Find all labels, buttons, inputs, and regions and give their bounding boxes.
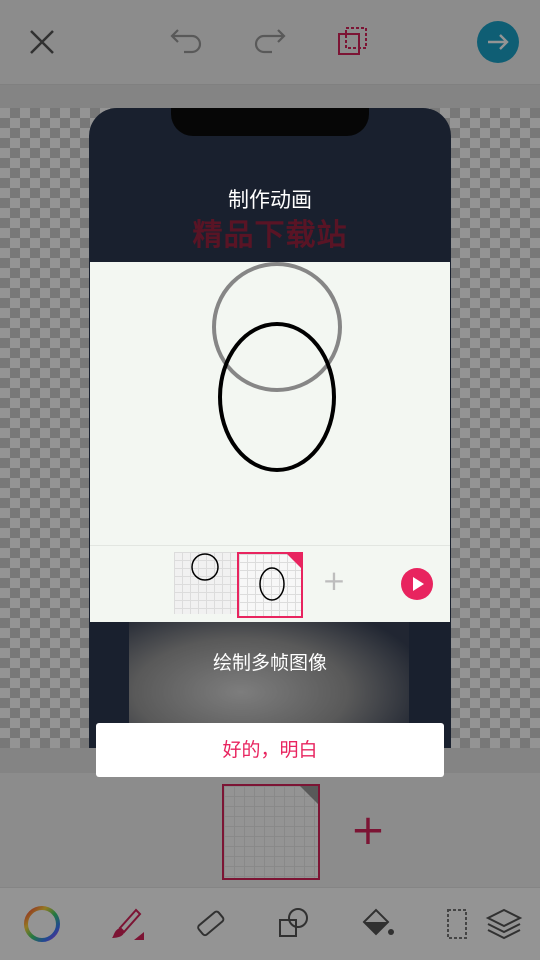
tutorial-frame-1 xyxy=(174,552,238,614)
tutorial-caption: 绘制多帧图像 xyxy=(212,652,327,674)
tutorial-frame-2 xyxy=(237,552,303,618)
onion-skin-drawing xyxy=(212,262,342,472)
play-icon xyxy=(401,568,433,600)
tutorial-add-frame: + xyxy=(322,564,346,597)
tutorial-title: 制作动画 xyxy=(228,188,312,212)
timeline-divider xyxy=(90,545,450,546)
got-it-button[interactable]: 好的，明白 xyxy=(96,723,444,777)
